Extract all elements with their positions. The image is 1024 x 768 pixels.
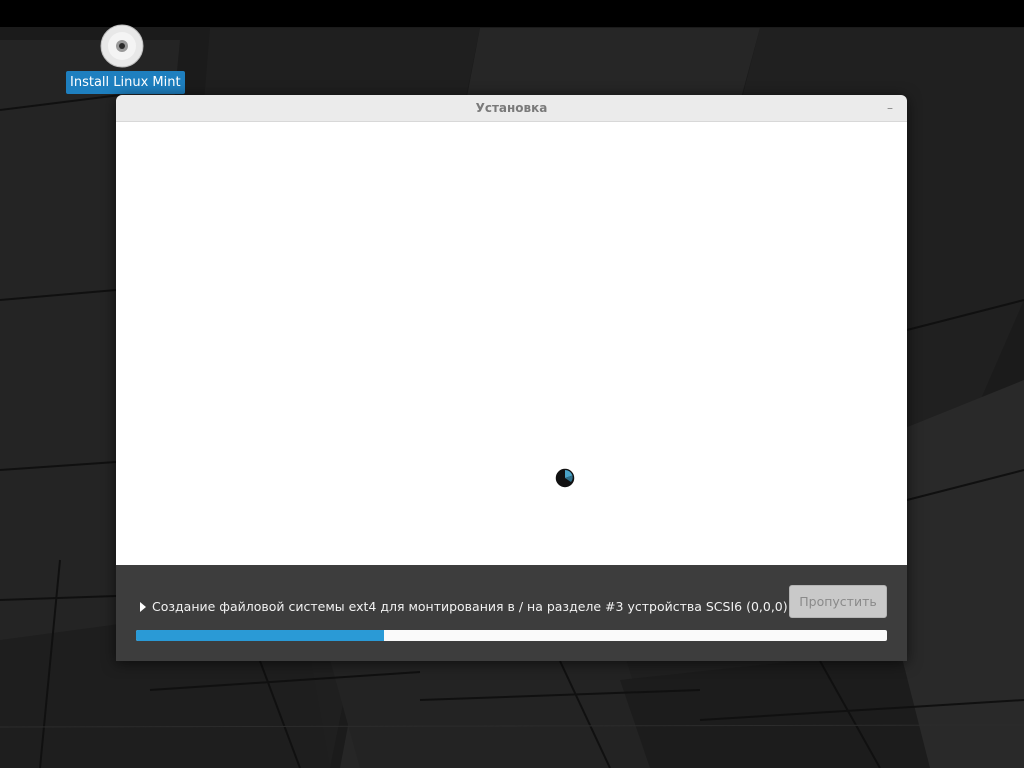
window-title: Установка (475, 101, 548, 115)
window-titlebar[interactable]: Установка – (116, 95, 907, 122)
desktop-icon-label: Install Linux Mint (66, 71, 185, 94)
desktop-icon-install-linux-mint[interactable]: Install Linux Mint (66, 24, 185, 96)
minimize-button[interactable]: – (881, 99, 899, 117)
desktop: Install Linux Mint Установка – Создание … (0, 0, 1024, 768)
progress-bar-fill (136, 630, 384, 641)
disc-icon (100, 24, 144, 68)
status-text: Создание файловой системы ext4 для монти… (152, 599, 836, 614)
details-expander[interactable]: Создание файловой системы ext4 для монти… (138, 595, 835, 619)
skip-button[interactable]: Пропустить (789, 585, 887, 618)
installer-window: Установка – Создание файловой системы ex… (116, 95, 907, 661)
progress-panel: Создание файловой системы ext4 для монти… (116, 565, 907, 661)
busy-cursor-icon (554, 467, 576, 489)
progress-bar (136, 630, 887, 641)
expander-arrow-icon (140, 602, 146, 612)
top-bar (0, 0, 1024, 27)
slideshow-area (116, 122, 907, 565)
